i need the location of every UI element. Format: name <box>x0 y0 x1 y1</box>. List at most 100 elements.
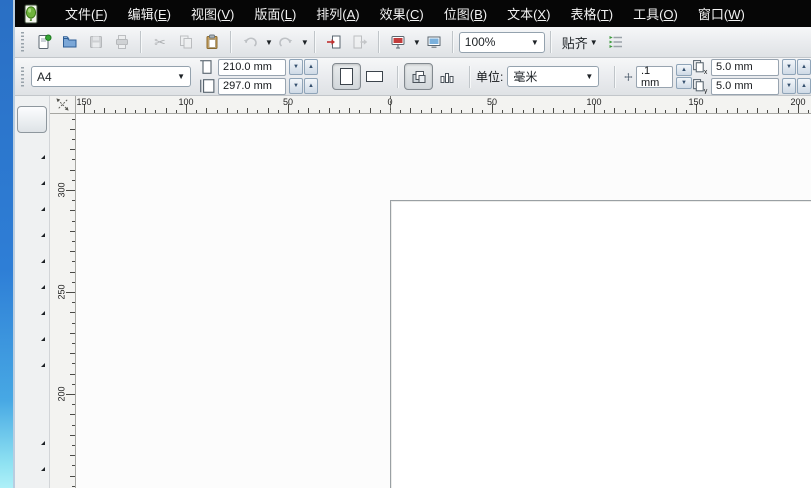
nudge-spin-down[interactable]: ▼ <box>676 77 692 89</box>
paper-width-field[interactable]: 210.0 mm <box>218 59 286 76</box>
ruler-tick <box>70 414 75 415</box>
units-label: 单位: <box>476 68 503 85</box>
ruler-tick <box>227 108 228 113</box>
ruler-tick <box>72 200 75 201</box>
ruler-tick <box>166 108 167 113</box>
ruler-tick <box>676 108 677 113</box>
table-tool[interactable] <box>15 396 50 422</box>
ruler-tick <box>115 110 116 113</box>
page-a4[interactable] <box>390 200 811 488</box>
ruler-tick <box>574 108 575 113</box>
menu-item-10[interactable]: 窗口(W) <box>688 0 755 27</box>
ruler-tick <box>339 110 340 113</box>
nudge-spin-up[interactable]: ▲ <box>676 64 692 76</box>
current-page-button[interactable] <box>433 64 460 89</box>
zoom-level-combo[interactable]: 100%▼ <box>459 32 545 53</box>
export-button[interactable] <box>347 29 373 55</box>
drawing-canvas[interactable] <box>76 114 811 488</box>
redo-icon <box>278 34 294 50</box>
undo-icon <box>242 34 258 50</box>
ruler-tick <box>706 110 707 113</box>
duplicate-distance-y-field[interactable]: 5.0 mm <box>711 78 779 95</box>
ruler-tick <box>431 108 432 113</box>
landscape-orientation-button[interactable] <box>361 64 388 89</box>
smart-fill-tool[interactable] <box>15 240 50 266</box>
print-button[interactable] <box>109 29 135 55</box>
ruler-tick <box>237 110 238 113</box>
menu-item-4[interactable]: 排列(A) <box>306 0 369 27</box>
ellipse-tool[interactable] <box>15 292 50 318</box>
crop-tool[interactable] <box>15 162 50 188</box>
ruler-origin[interactable] <box>50 96 76 114</box>
ruler-tick <box>72 465 75 466</box>
horizontal-ruler[interactable]: 15010050050100150200 <box>76 96 811 114</box>
freehand-tool[interactable] <box>15 214 50 240</box>
zoom-tool[interactable] <box>15 188 50 214</box>
outline-pen-tool[interactable] <box>15 474 50 488</box>
welcome-screen-button[interactable] <box>421 29 447 55</box>
ruler-tick <box>686 110 687 113</box>
menu-item-8[interactable]: 表格(T) <box>560 0 623 27</box>
text-tool[interactable]: 字 <box>15 370 50 396</box>
ruler-tick <box>370 108 371 113</box>
guidelines-options-button[interactable] <box>603 29 629 55</box>
paste-button[interactable] <box>199 29 225 55</box>
paper-width-spin-up[interactable]: ▲ <box>304 59 318 75</box>
ruler-tick <box>400 110 401 113</box>
duplicate-x-spin-up[interactable]: ▲ <box>797 59 811 75</box>
menu-item-9[interactable]: 工具(O) <box>623 0 688 27</box>
copy-button[interactable] <box>173 29 199 55</box>
cut-button[interactable]: ✂ <box>147 29 173 55</box>
ruler-tick <box>72 384 75 385</box>
menu-item-1[interactable]: 编辑(E) <box>118 0 181 27</box>
new-document-button[interactable] <box>31 29 57 55</box>
duplicate-distance-x-field[interactable]: 5.0 mm <box>711 59 779 76</box>
pick-tool[interactable] <box>17 106 47 133</box>
property-bar-drag-handle[interactable] <box>21 67 24 87</box>
rectangle-tool[interactable] <box>15 266 50 292</box>
ruler-tick <box>410 108 411 113</box>
units-combo[interactable]: 毫米 ▼ <box>507 66 599 87</box>
basic-shapes-tool[interactable] <box>15 344 50 370</box>
ruler-tick <box>206 108 207 113</box>
menu-item-7[interactable]: 文本(X) <box>497 0 560 27</box>
ruler-tick <box>655 108 656 113</box>
vertical-ruler[interactable]: 300250200 <box>50 114 76 488</box>
all-pages-button[interactable] <box>404 63 433 90</box>
save-button[interactable] <box>83 29 109 55</box>
duplicate-y-spin-up[interactable]: ▲ <box>797 78 811 94</box>
open-button[interactable] <box>57 29 83 55</box>
paper-size-combo[interactable]: A4 ▼ <box>31 66 191 87</box>
nudge-offset-icon <box>624 69 633 85</box>
chevron-down-icon: ▼ <box>585 72 593 81</box>
ruler-tick <box>298 110 299 113</box>
snap-to-button[interactable]: 贴齐▼ <box>557 30 603 55</box>
shape-tool[interactable] <box>15 136 50 162</box>
blend-tool[interactable] <box>15 422 50 448</box>
duplicate-x-spin-down[interactable]: ▼ <box>782 59 796 75</box>
nudge-offset-field[interactable]: .1 mm <box>636 66 673 88</box>
polygon-tool[interactable] <box>15 318 50 344</box>
application-launcher-button[interactable] <box>385 29 411 55</box>
menu-item-2[interactable]: 视图(V) <box>181 0 244 27</box>
menu-item-3[interactable]: 版面(L) <box>244 0 306 27</box>
chevron-down-icon: ▼ <box>177 72 185 81</box>
redo-button[interactable] <box>273 29 299 55</box>
duplicate-y-spin-down[interactable]: ▼ <box>782 78 796 94</box>
paper-height-field[interactable]: 297.0 mm <box>218 78 286 95</box>
paper-height-spin-up[interactable]: ▲ <box>304 78 318 94</box>
ruler-tick <box>72 119 75 120</box>
ruler-tick <box>70 455 75 456</box>
paper-height-spin-down[interactable]: ▼ <box>289 78 303 94</box>
import-button[interactable] <box>321 29 347 55</box>
toolbar-drag-handle[interactable] <box>21 32 24 52</box>
eyedropper-tool[interactable] <box>15 448 50 474</box>
menu-item-6[interactable]: 位图(B) <box>434 0 497 27</box>
menu-item-5[interactable]: 效果(C) <box>370 0 434 27</box>
paper-width-spin-down[interactable]: ▼ <box>289 59 303 75</box>
menu-item-0[interactable]: 文件(F) <box>55 0 118 27</box>
ruler-tick <box>788 110 789 113</box>
portrait-orientation-button[interactable] <box>332 63 361 90</box>
ruler-tick <box>70 374 75 375</box>
undo-button[interactable] <box>237 29 263 55</box>
